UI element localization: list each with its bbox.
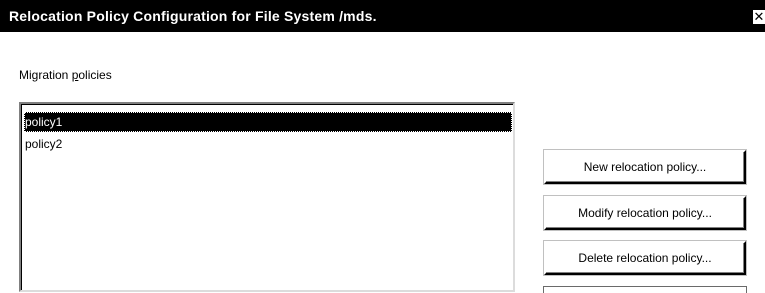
label-suffix: olicies [78,68,112,82]
migration-policies-list[interactable]: policy1 policy2 [19,102,515,292]
close-icon[interactable]: ✕ [753,10,765,24]
list-item-policy2[interactable]: policy2 [24,134,512,154]
migration-policies-label: Migration policies [19,68,112,82]
new-relocation-policy-button[interactable]: New relocation policy... [544,150,746,184]
window-title: Relocation Policy Configuration for File… [9,8,377,24]
next-button-frame-partial [543,286,747,293]
title-bar: Relocation Policy Configuration for File… [0,0,765,32]
label-prefix: Migration [19,68,72,82]
list-frame: policy1 policy2 [21,104,513,290]
delete-relocation-policy-button[interactable]: Delete relocation policy... [544,241,746,275]
dialog-window: Relocation Policy Configuration for File… [0,0,765,293]
modify-relocation-policy-button[interactable]: Modify relocation policy... [544,196,746,230]
list-item-policy1[interactable]: policy1 [24,112,512,132]
